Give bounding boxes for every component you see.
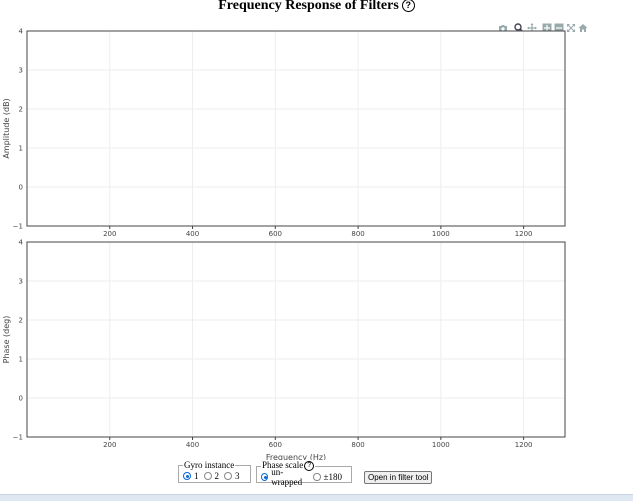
x-tick-label: 600 (269, 230, 282, 238)
plot-area (27, 31, 565, 226)
y-tick-label: 0 (19, 395, 23, 403)
phase-radio-180-label: ±180 (323, 472, 342, 482)
gyro-radio-3-label: 3 (235, 471, 240, 481)
x-tick-label: 1000 (432, 441, 450, 449)
x-tick-label: 1000 (432, 230, 450, 238)
phase-scale-group: Phase scale? un-wrapped ±180 (256, 461, 352, 487)
gyro-radio-2-label: 2 (214, 471, 220, 481)
amplitude-plot[interactable]: 200 400 600 800 1000 1200 −1 0 1 2 3 4 Amplitude (dB… (2, 28, 566, 239)
y-axis-label: Phase (deg) (2, 316, 11, 364)
y-tick-label: 4 (19, 239, 24, 247)
x-tick-label: 1200 (515, 230, 533, 238)
phase-radio-unwrapped-label: un-wrapped (271, 467, 303, 487)
gyro-radio-3[interactable] (224, 472, 232, 480)
plots-canvas: 200 400 600 800 1000 1200−101234Amplitude (dB… (2, 28, 566, 461)
gyro-instance-group: Gyro instance 1 2 3 (178, 461, 251, 483)
gyro-instance-options: 1 2 3 (183, 470, 246, 482)
y-axis-label: Amplitude (dB) (2, 98, 11, 158)
plot-area (27, 242, 565, 437)
x-axis-label: Frequency (Hz) (266, 453, 326, 460)
x-tick-label: 600 (269, 441, 282, 449)
y-tick-label: 1 (19, 145, 23, 153)
gyro-radio-1[interactable] (183, 472, 191, 480)
gyro-radio-1-label: 1 (194, 471, 199, 481)
x-tick-label: 400 (186, 230, 199, 238)
y-tick-label: 1 (19, 356, 23, 364)
x-tick-label: 800 (351, 441, 364, 449)
gyro-radio-2[interactable] (203, 472, 212, 480)
phase-plot[interactable]: 200 400 600 800 1000 1200 −1 0 1 2 3 4 Phase (deg) Fr… (2, 239, 566, 461)
y-tick-label: 2 (19, 106, 23, 114)
y-tick-label: 3 (19, 67, 23, 75)
y-tick-label: −1 (13, 434, 23, 442)
phase-scale-options: un-wrapped ±180 (261, 467, 347, 487)
controls-bar: Gyro instance 1 2 3 Phase scale? un-wrap… (0, 461, 633, 491)
x-tick-label: 200 (103, 441, 116, 449)
phase-radio-180[interactable] (313, 473, 321, 481)
phase-radio-unwrapped[interactable] (261, 473, 269, 481)
open-filter-tool-button[interactable]: Open in filter tool (364, 471, 433, 484)
x-tick-label: 200 (103, 230, 116, 238)
y-tick-label: 3 (19, 278, 23, 286)
y-tick-label: 4 (19, 28, 24, 36)
y-tick-label: −1 (13, 223, 23, 231)
y-tick-label: 0 (19, 184, 23, 192)
x-tick-label: 400 (186, 441, 199, 449)
y-tick-label: 2 (19, 317, 23, 325)
gyro-instance-legend: Gyro instance (184, 460, 235, 470)
x-tick-label: 1200 (515, 441, 533, 449)
x-tick-label: 800 (351, 230, 364, 238)
